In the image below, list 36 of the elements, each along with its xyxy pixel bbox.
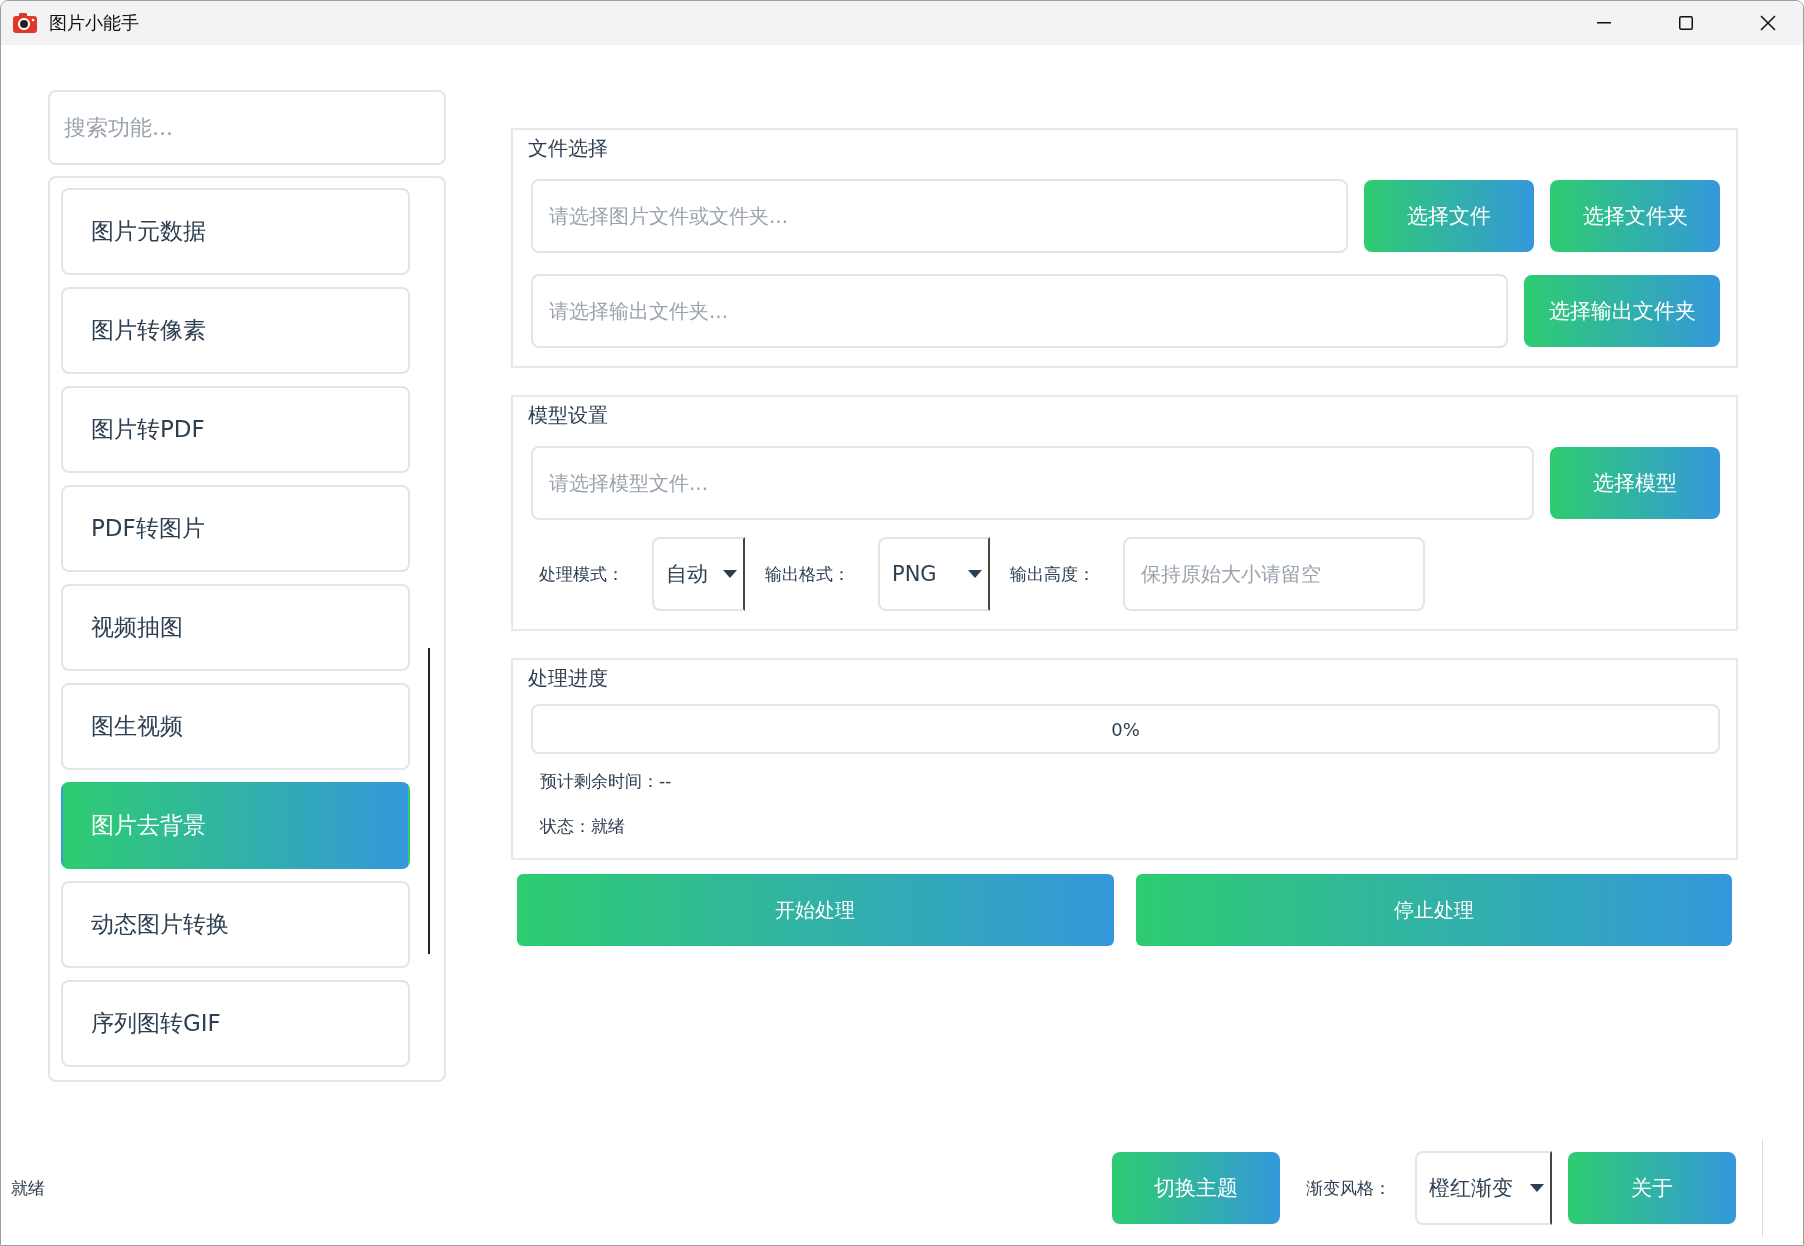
window-title: 图片小能手	[49, 11, 140, 35]
model-file-field[interactable]: 请选择模型文件...	[531, 446, 1534, 520]
sidebar-item[interactable]: 动态图片转换	[61, 881, 410, 968]
option-label: 输出高度：	[1010, 562, 1095, 586]
sidebar-item[interactable]: 序列图转GIF	[61, 980, 410, 1067]
minimize-icon[interactable]	[1597, 22, 1611, 24]
camera-icon	[13, 13, 37, 33]
progress-reading: 0%	[1111, 718, 1140, 740]
dropdown[interactable]: PNG	[878, 537, 990, 611]
caret-icon	[723, 570, 737, 578]
sidebar-item[interactable]: 图片转像素	[61, 287, 410, 374]
search-field[interactable]: 搜索功能...	[48, 90, 446, 165]
input-field[interactable]: 请选择图片文件或文件夹...	[531, 179, 1348, 253]
output-folder-field[interactable]: 请选择输出文件夹...	[531, 274, 1508, 348]
style-dropdown[interactable]: 橙红渐变	[1415, 1151, 1552, 1225]
sidebar-item[interactable]: 视频抽图	[61, 584, 410, 671]
scrollbar[interactable]	[428, 648, 430, 954]
option-label: 处理模式：	[539, 562, 624, 586]
sidebar-item[interactable]: 图片元数据	[61, 188, 410, 275]
eta-text: 预计剩余时间：--	[539, 770, 673, 793]
sidebar-item[interactable]: 图生视频	[61, 683, 410, 770]
caret-icon	[968, 570, 982, 578]
group-title: 处理进度	[528, 668, 609, 688]
height-field[interactable]: 保持原始大小请留空	[1123, 537, 1425, 611]
sidebar-item[interactable]: 图片转PDF	[61, 386, 410, 473]
sidebar-item[interactable]: PDF转图片	[61, 485, 410, 572]
maximize-icon[interactable]	[1679, 16, 1693, 30]
option-label: 输出格式：	[765, 562, 850, 586]
style-label: 渐变风格：	[1306, 1176, 1391, 1200]
group-title: 文件选择	[528, 138, 609, 158]
group-title: 模型设置	[528, 405, 609, 425]
status-text: 就绪	[11, 1176, 46, 1200]
caret-icon	[1530, 1184, 1544, 1192]
dropdown[interactable]: 自动	[652, 537, 745, 611]
status-text: 状态：就绪	[539, 815, 626, 838]
close-icon[interactable]	[1760, 15, 1776, 31]
